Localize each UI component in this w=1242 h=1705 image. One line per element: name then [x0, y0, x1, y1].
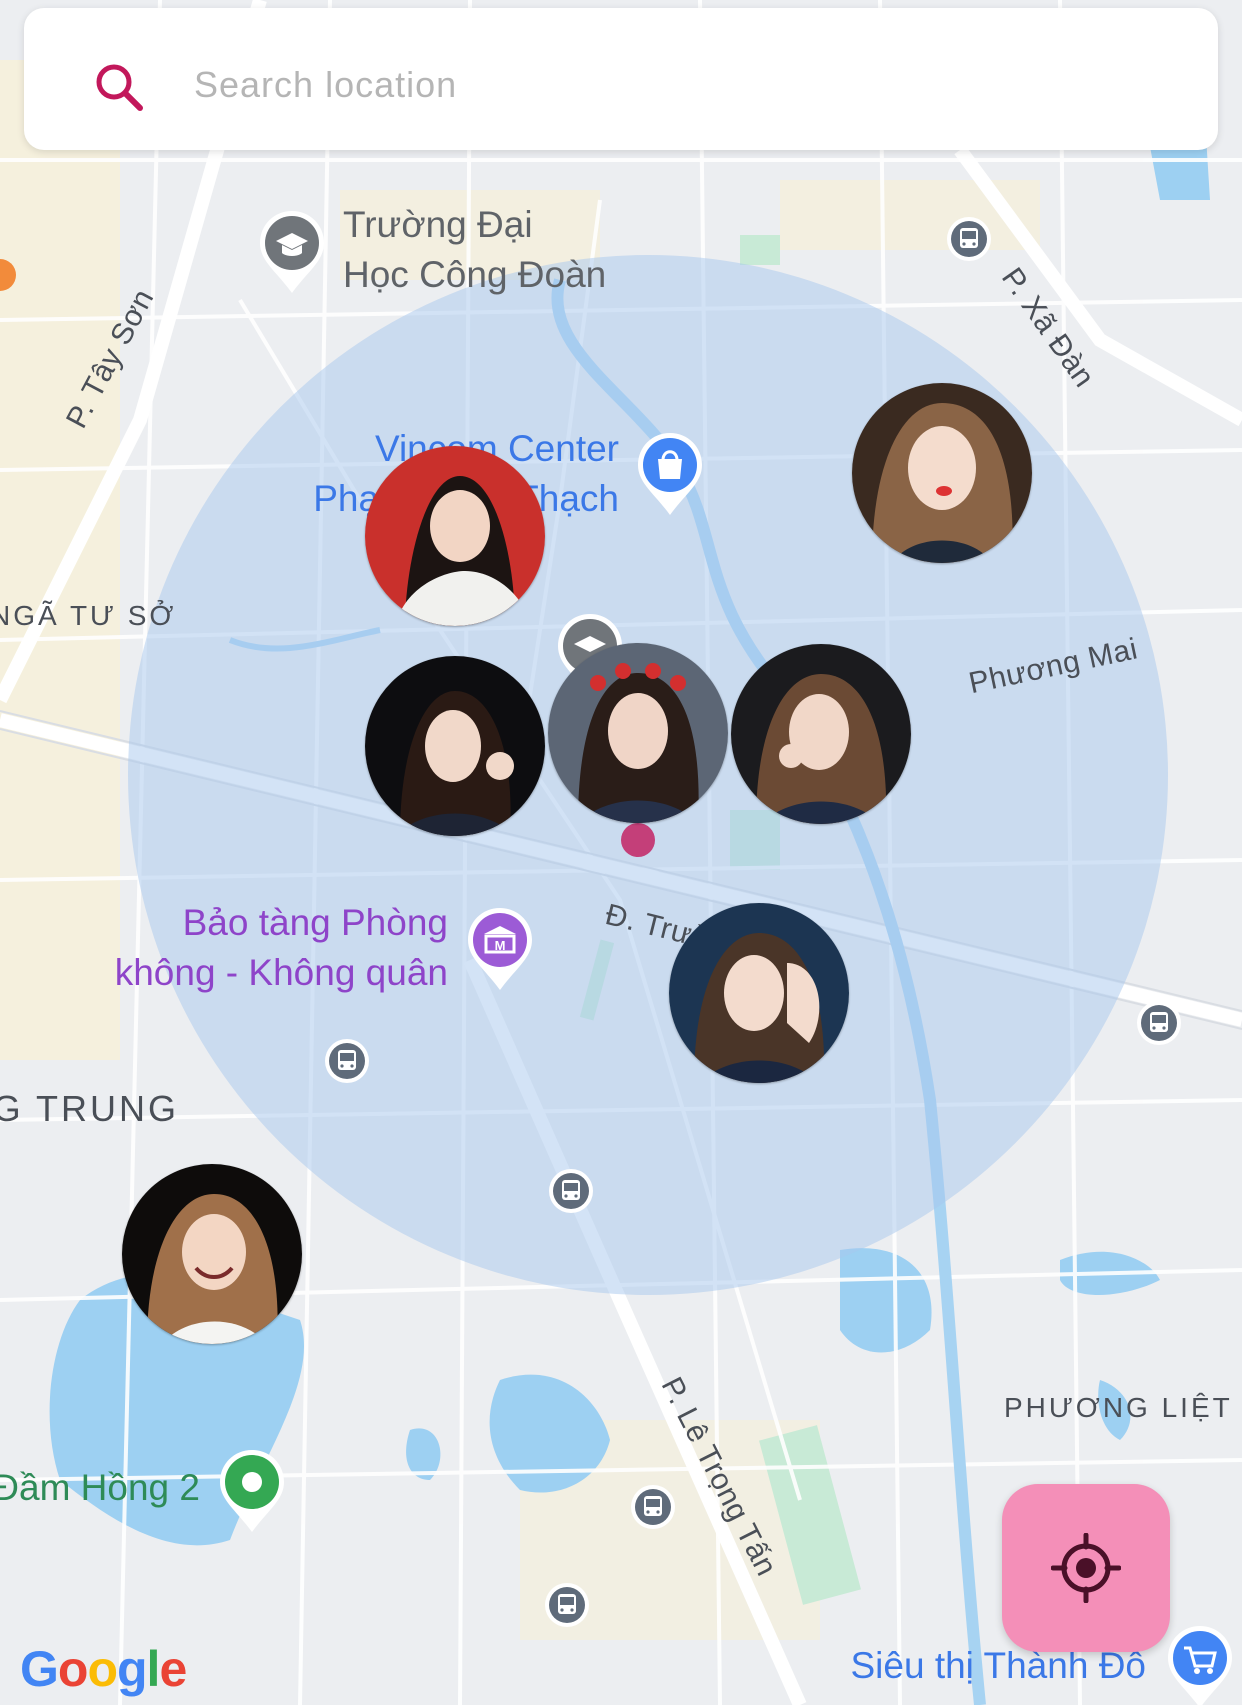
shopping-bag-pin-icon[interactable] — [634, 429, 706, 519]
user-avatar-marker[interactable] — [365, 446, 545, 626]
search-icon[interactable] — [90, 58, 146, 114]
bus-stop-icon[interactable] — [1136, 1000, 1182, 1046]
map-screen: M Trường Đại Học Công Đoàn Vincom Center… — [0, 0, 1242, 1705]
my-location-button[interactable] — [1002, 1484, 1170, 1652]
bus-stop-icon[interactable] — [324, 1038, 370, 1084]
university-pin-icon[interactable] — [256, 207, 328, 297]
user-location-dot — [621, 823, 655, 857]
poi-label-line: Trường Đại — [343, 204, 533, 245]
user-avatar-marker[interactable] — [731, 644, 911, 824]
district-label-khuong-trung: KHƯƠNG TRUNG — [0, 1088, 179, 1129]
google-logo: Google — [20, 1641, 187, 1697]
avatar-photo — [548, 643, 728, 823]
avatar-photo — [365, 446, 545, 626]
poi-label-bao-tang[interactable]: Bảo tàng Phòng không - Không quân — [80, 898, 448, 998]
svg-text:M: M — [495, 938, 506, 953]
poi-label-line: Học Công Đoàn — [343, 254, 607, 295]
avatar-photo — [669, 903, 849, 1083]
user-avatar-marker[interactable] — [852, 383, 1032, 563]
map-canvas[interactable] — [0, 0, 1242, 1705]
avatar-photo — [365, 656, 545, 836]
place-pin-icon[interactable] — [216, 1446, 288, 1536]
user-avatar-marker[interactable] — [365, 656, 545, 836]
avatar-photo — [731, 644, 911, 824]
poi-label-line: Bảo tàng Phòng — [182, 902, 448, 943]
user-avatar-marker[interactable] — [122, 1164, 302, 1344]
poi-label-dam-hong[interactable]: Đầm Hồng 2 — [0, 1463, 200, 1513]
bus-stop-icon[interactable] — [630, 1484, 676, 1530]
crosshair-icon — [1051, 1533, 1121, 1603]
user-avatar-marker[interactable] — [548, 643, 728, 823]
avatar-photo — [122, 1164, 302, 1344]
bus-stop-icon[interactable] — [946, 216, 992, 262]
shopping-cart-pin-icon[interactable] — [1164, 1622, 1236, 1705]
district-label-nga-tu-so: NGÃ TƯ SỞ — [0, 600, 177, 631]
search-bar[interactable] — [24, 8, 1218, 150]
district-label-phuong-liet: PHƯƠNG LIỆT — [1004, 1392, 1233, 1423]
poi-label-line: không - Không quân — [114, 952, 448, 993]
bus-stop-icon[interactable] — [544, 1582, 590, 1628]
museum-pin-icon[interactable]: M — [464, 904, 536, 994]
poi-label-truong-dai-hoc[interactable]: Trường Đại Học Công Đoàn — [343, 200, 606, 300]
avatar-photo — [852, 383, 1032, 563]
search-input[interactable] — [192, 54, 1156, 116]
user-avatar-marker[interactable] — [669, 903, 849, 1083]
bus-stop-icon[interactable] — [548, 1168, 594, 1214]
